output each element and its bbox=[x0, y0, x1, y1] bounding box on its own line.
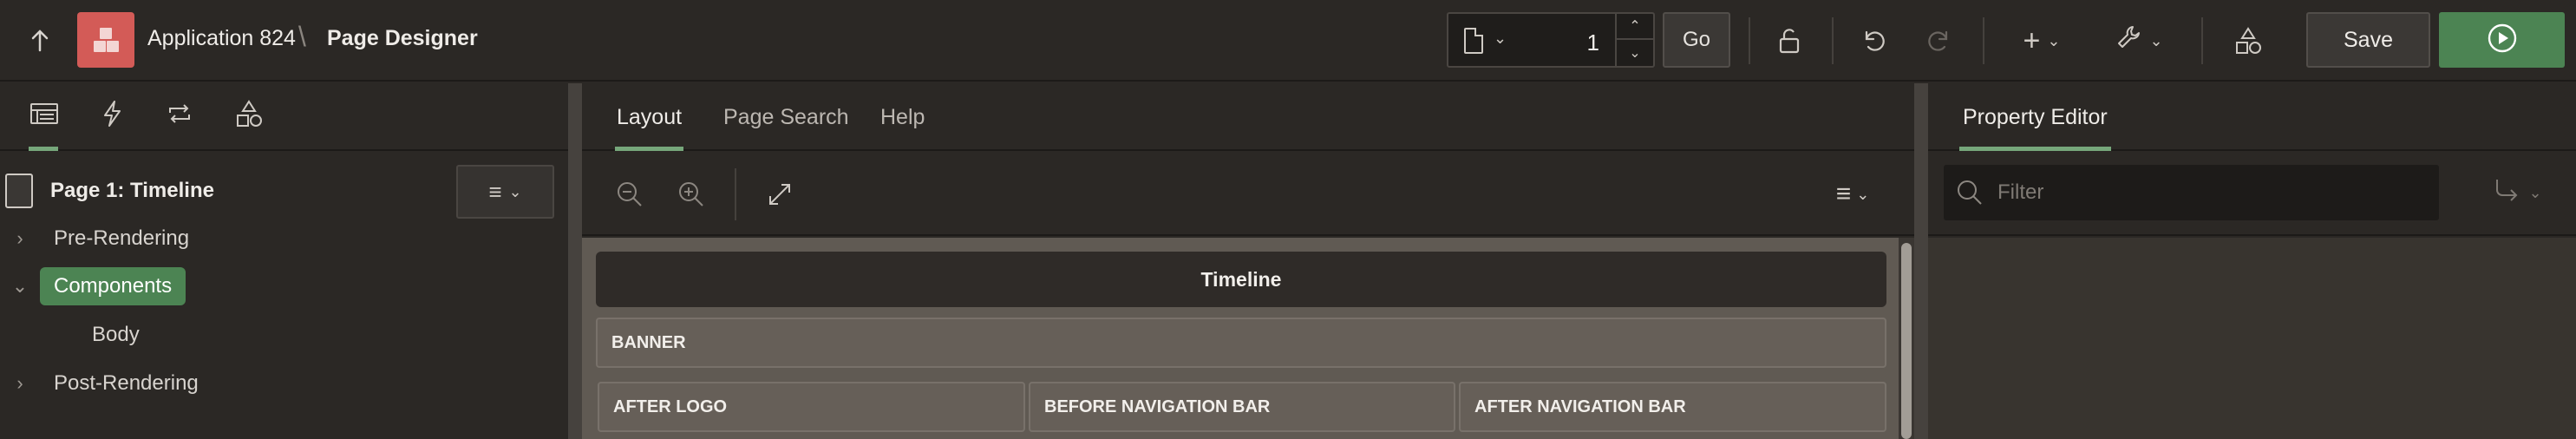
before-navigation-bar-slot[interactable]: BEFORE NAVIGATION BAR bbox=[1029, 382, 1455, 432]
tab-layout[interactable]: Layout bbox=[614, 83, 684, 151]
tree-item-post-rendering[interactable]: › Post-Rendering bbox=[0, 363, 199, 404]
page-stepper[interactable]: ⌃ ⌄ bbox=[1615, 14, 1653, 66]
arrow-return-icon bbox=[2494, 178, 2523, 208]
canvas-scrollbar[interactable] bbox=[1899, 238, 1914, 439]
list-menu-icon: ≡ bbox=[1835, 180, 1852, 208]
tree-item-label: Post-Rendering bbox=[54, 371, 199, 395]
zoom-in-icon[interactable] bbox=[669, 172, 714, 217]
property-editor-body bbox=[1928, 238, 2576, 439]
processing-tab[interactable] bbox=[149, 83, 210, 151]
left-splitter[interactable] bbox=[568, 83, 582, 439]
go-to-group-button[interactable]: ⌄ bbox=[2483, 175, 2553, 210]
create-menu-button[interactable]: + ⌄ bbox=[2010, 17, 2073, 64]
list-menu-icon: ≡ bbox=[488, 178, 502, 205]
tree-menu-button[interactable]: ≡ ⌄ bbox=[456, 165, 554, 219]
toolbar-divider bbox=[2201, 17, 2203, 64]
filter-box bbox=[1944, 165, 2439, 220]
wrench-icon bbox=[2115, 23, 2144, 59]
scrollbar-thumb[interactable] bbox=[1901, 243, 1912, 439]
page-icon bbox=[5, 174, 33, 208]
rendering-icon bbox=[29, 102, 59, 132]
toolbar-divider bbox=[1749, 17, 1750, 64]
shared-components-tab[interactable] bbox=[219, 83, 279, 151]
save-button[interactable]: Save bbox=[2306, 12, 2430, 68]
play-icon bbox=[2487, 23, 2518, 58]
left-panel: Page 1: Timeline ≡ ⌄ › Pre-Rendering ⌄ C… bbox=[0, 83, 568, 439]
toolbar-divider bbox=[735, 168, 736, 220]
chevron-down-icon: ⌄ bbox=[2047, 31, 2061, 49]
after-navigation-bar-slot[interactable]: AFTER NAVIGATION BAR bbox=[1459, 382, 1886, 432]
filter-input[interactable] bbox=[1997, 165, 2422, 220]
chevron-down-icon: ⌄ bbox=[2149, 31, 2163, 49]
shared-components-icon[interactable] bbox=[2227, 17, 2269, 64]
tree-item-components[interactable]: ⌄ Components bbox=[0, 265, 186, 307]
lightning-icon bbox=[101, 100, 123, 134]
tree-item-label: Components bbox=[40, 267, 186, 305]
up-arrow-icon[interactable] bbox=[16, 22, 64, 60]
zoom-out-icon[interactable] bbox=[607, 172, 652, 217]
top-bar: Application 824 \ Page Designer ⌄ 1 ⌃ ⌄ … bbox=[0, 0, 2576, 82]
chevron-up-icon[interactable]: ⌃ bbox=[1617, 14, 1653, 40]
app-title-link[interactable]: Application 824 bbox=[147, 26, 296, 51]
page-title: Page Designer bbox=[327, 26, 478, 50]
undo-icon[interactable] bbox=[1853, 17, 1894, 64]
after-logo-slot[interactable]: AFTER LOGO bbox=[598, 382, 1025, 432]
right-splitter[interactable] bbox=[1914, 83, 1928, 439]
tree-item-label: Pre-Rendering bbox=[54, 226, 190, 250]
center-tab-bar: Layout Page Search Help bbox=[582, 83, 1914, 151]
run-page-button[interactable] bbox=[2439, 12, 2565, 68]
chevron-down-icon: ⌄ bbox=[2528, 183, 2542, 201]
banner-slot[interactable]: BANNER bbox=[596, 318, 1886, 368]
property-toolbar: ⌄ bbox=[1928, 153, 2576, 236]
page-node-label: Page 1: Timeline bbox=[50, 179, 214, 202]
plus-icon: + bbox=[2023, 23, 2041, 57]
center-panel: Layout Page Search Help ≡ ⌄ Timeline BAN… bbox=[582, 83, 1914, 439]
right-tab-bar: Property Editor bbox=[1928, 83, 2576, 151]
left-tab-bar bbox=[0, 83, 568, 151]
breadcrumb-separator: \ bbox=[298, 21, 306, 52]
shapes-icon bbox=[234, 99, 264, 135]
rendering-tab[interactable] bbox=[14, 83, 75, 151]
chevron-right-icon[interactable]: › bbox=[0, 227, 40, 250]
tree-item-label: Body bbox=[92, 323, 140, 346]
layout-canvas: Timeline BANNER AFTER LOGO BEFORE NAVIGA… bbox=[582, 238, 1914, 439]
search-icon bbox=[1956, 179, 1984, 206]
chevron-down-icon: ⌄ bbox=[1856, 185, 1870, 203]
expand-icon[interactable] bbox=[757, 172, 802, 217]
lock-icon[interactable] bbox=[1769, 17, 1811, 64]
right-panel: Property Editor ⌄ bbox=[1928, 83, 2576, 439]
go-button[interactable]: Go bbox=[1663, 12, 1730, 68]
page-selector[interactable]: ⌄ 1 ⌃ ⌄ bbox=[1447, 12, 1655, 68]
tab-page-search[interactable]: Page Search bbox=[723, 83, 849, 151]
chevron-down-icon[interactable]: ⌄ bbox=[1494, 29, 1507, 48]
page-icon bbox=[1464, 28, 1483, 54]
page-node[interactable]: Page 1: Timeline bbox=[5, 174, 214, 208]
page-region-title[interactable]: Timeline bbox=[596, 252, 1886, 307]
layout-toolbar: ≡ ⌄ bbox=[582, 153, 1914, 236]
tree-item-body[interactable]: Body bbox=[92, 314, 140, 356]
chevron-down-icon[interactable]: ⌄ bbox=[1617, 40, 1653, 66]
app-icon[interactable] bbox=[77, 12, 134, 68]
tree-item-pre-rendering[interactable]: › Pre-Rendering bbox=[0, 218, 189, 259]
chevron-right-icon[interactable]: › bbox=[0, 372, 40, 395]
chevron-down-icon: ⌄ bbox=[508, 182, 522, 200]
tab-property-editor[interactable]: Property Editor bbox=[1959, 83, 2111, 151]
dynamic-actions-tab[interactable] bbox=[82, 83, 142, 151]
toolbar-divider bbox=[1983, 17, 1984, 64]
redo-icon[interactable] bbox=[1919, 17, 1960, 64]
layout-menu-button[interactable]: ≡ ⌄ bbox=[1825, 172, 1880, 217]
utilities-menu-button[interactable]: ⌄ bbox=[2106, 17, 2172, 64]
page-number-input[interactable]: 1 bbox=[1587, 29, 1599, 56]
toolbar-divider bbox=[1832, 17, 1834, 64]
chevron-down-icon[interactable]: ⌄ bbox=[0, 275, 40, 298]
tab-help[interactable]: Help bbox=[880, 83, 925, 151]
processing-icon bbox=[165, 101, 194, 134]
